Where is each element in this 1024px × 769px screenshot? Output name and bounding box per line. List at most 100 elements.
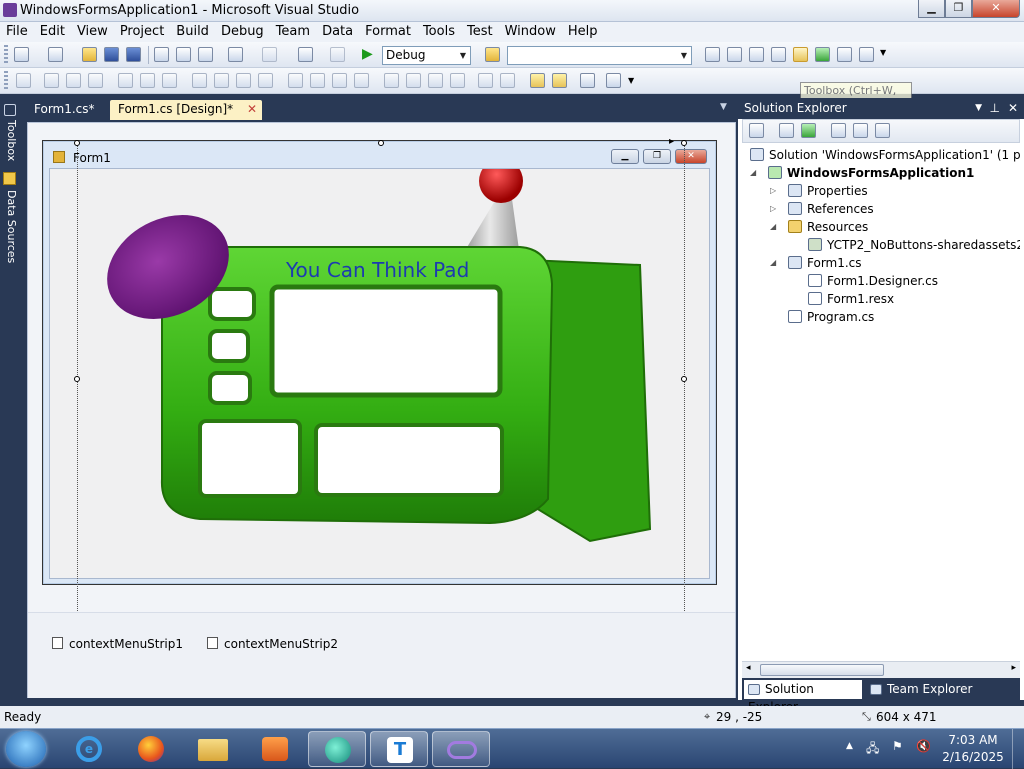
align-middles-icon[interactable] xyxy=(140,73,155,88)
tab-form1-design[interactable]: Form1.cs [Design]* ✕ xyxy=(110,100,262,120)
vertical-spacing-increase-icon[interactable] xyxy=(406,73,421,88)
menu-view[interactable]: View xyxy=(71,22,114,42)
size-to-grid-icon[interactable] xyxy=(214,73,229,88)
undo-icon[interactable] xyxy=(228,47,243,62)
tree-node-form1-resx[interactable]: Form1.resx xyxy=(808,290,894,308)
make-same-size-icon[interactable] xyxy=(258,73,273,88)
close-button[interactable]: ✕ xyxy=(972,0,1020,18)
tree-node-form1[interactable]: Form1.cs xyxy=(788,254,862,272)
align-bottoms-icon[interactable] xyxy=(162,73,177,88)
tree-node-form1-designer[interactable]: Form1.Designer.cs xyxy=(808,272,938,290)
make-same-height-icon[interactable] xyxy=(236,73,251,88)
center-vertically-icon[interactable] xyxy=(500,73,515,88)
make-same-width-icon[interactable] xyxy=(192,73,207,88)
tree-node-resource-asset[interactable]: YCTP2_NoButtons-sharedassets2.asset xyxy=(808,236,1020,254)
resize-handle[interactable] xyxy=(378,140,384,146)
view-code-icon[interactable] xyxy=(831,123,846,138)
collapse-arrow-icon[interactable]: ◢ xyxy=(770,218,776,236)
toolbar-grip[interactable] xyxy=(4,45,8,65)
show-desktop-button[interactable] xyxy=(1012,729,1024,769)
horizontal-spacing-increase-icon[interactable] xyxy=(310,73,325,88)
start-debugging-icon[interactable]: ▶ xyxy=(362,46,373,62)
navigate-backward-icon[interactable] xyxy=(298,47,313,62)
close-tab-icon[interactable]: ✕ xyxy=(247,100,257,119)
tab-form1-code[interactable]: Form1.cs* xyxy=(26,100,106,120)
app-task-button-2[interactable]: T xyxy=(370,731,428,767)
find-in-files-icon[interactable] xyxy=(485,47,500,62)
volume-muted-icon[interactable]: 🔇 xyxy=(916,739,931,753)
new-project-icon[interactable] xyxy=(14,47,29,62)
align-lefts-icon[interactable] xyxy=(44,73,59,88)
tray-item-contextmenustrip1[interactable]: contextMenuStrip1 xyxy=(52,637,183,651)
collapse-arrow-icon[interactable]: ◢ xyxy=(770,254,776,272)
solution-configuration-select[interactable]: Debug ▼ xyxy=(382,46,471,65)
visual-studio-task-button[interactable] xyxy=(432,731,490,767)
menu-help[interactable]: Help xyxy=(562,22,604,42)
tree-node-project[interactable]: WindowsFormsApplication1 xyxy=(768,164,974,182)
tree-node-properties[interactable]: Properties xyxy=(788,182,868,200)
vertical-spacing-decrease-icon[interactable] xyxy=(428,73,443,88)
tab-solution-explorer[interactable]: Solution Explorer xyxy=(744,680,862,714)
tree-node-program[interactable]: Program.cs xyxy=(788,308,874,326)
scroll-right-icon[interactable]: ▸ xyxy=(1011,663,1016,673)
show-all-files-icon[interactable] xyxy=(779,123,794,138)
view-designer-icon[interactable] xyxy=(853,123,868,138)
form1-window[interactable]: Form1 ▁ ❐ ✕ You Can Think Pad xyxy=(42,140,717,585)
vertical-spacing-remove-icon[interactable] xyxy=(450,73,465,88)
panel-menu-icon[interactable]: ▼ xyxy=(975,98,982,119)
horizontal-spacing-remove-icon[interactable] xyxy=(354,73,369,88)
action-center-icon[interactable]: ⚑ xyxy=(892,739,903,753)
form-close-button[interactable]: ✕ xyxy=(675,149,707,164)
menu-project[interactable]: Project xyxy=(114,22,170,42)
network-icon[interactable]: 🖧 xyxy=(866,739,879,760)
maximize-button[interactable]: ❐ xyxy=(945,0,972,18)
horizontal-scrollbar[interactable]: ◂ ▸ xyxy=(742,661,1020,678)
copy-icon[interactable] xyxy=(176,47,191,62)
clock-time[interactable]: 7:03 AM xyxy=(942,733,1004,747)
horizontal-spacing-equal-icon[interactable] xyxy=(288,73,303,88)
menu-window[interactable]: Window xyxy=(499,22,562,42)
form-client-area[interactable]: You Can Think Pad xyxy=(49,168,710,579)
align-rights-icon[interactable] xyxy=(88,73,103,88)
solution-explorer-icon[interactable] xyxy=(705,47,720,62)
bring-to-front-icon[interactable] xyxy=(530,73,545,88)
refresh-icon[interactable] xyxy=(801,123,816,138)
center-horizontally-icon[interactable] xyxy=(478,73,493,88)
tab-team-explorer[interactable]: Team Explorer xyxy=(866,680,986,699)
properties-icon[interactable] xyxy=(749,123,764,138)
active-files-dropdown-icon[interactable]: ▼ xyxy=(720,102,727,112)
menu-format[interactable]: Format xyxy=(359,22,417,42)
tree-node-references[interactable]: References xyxy=(788,200,874,218)
show-hidden-icons-icon[interactable]: ▲ xyxy=(846,741,853,751)
lock-controls-icon[interactable] xyxy=(580,73,595,88)
form-minimize-button[interactable]: ▁ xyxy=(611,149,639,164)
panel-close-icon[interactable]: ✕ xyxy=(1008,98,1018,119)
menu-build[interactable]: Build xyxy=(170,22,215,42)
app-task-button-1[interactable] xyxy=(308,731,366,767)
send-to-back-icon[interactable] xyxy=(552,73,567,88)
minimize-button[interactable]: ▁ xyxy=(918,0,945,18)
resize-handle[interactable] xyxy=(681,376,687,382)
toolbar-options-icon[interactable]: ▼ xyxy=(628,76,634,85)
navigate-forward-icon[interactable] xyxy=(330,47,345,62)
align-centers-icon[interactable] xyxy=(66,73,81,88)
tab-order-icon[interactable] xyxy=(606,73,621,88)
think-pad-picture[interactable]: You Can Think Pad xyxy=(50,169,709,578)
media-player-icon[interactable] xyxy=(246,731,304,767)
clock-date[interactable]: 2/16/2025 xyxy=(942,750,1004,764)
object-browser-icon[interactable] xyxy=(749,47,764,62)
tree-node-resources[interactable]: Resources xyxy=(788,218,868,236)
menu-file[interactable]: File xyxy=(0,22,34,42)
save-all-icon[interactable] xyxy=(126,47,141,62)
redo-icon[interactable] xyxy=(262,47,277,62)
resize-handle[interactable] xyxy=(74,140,80,146)
vertical-spacing-equal-icon[interactable] xyxy=(384,73,399,88)
toolbar-options-icon[interactable]: ▼ xyxy=(880,48,886,57)
resize-handle[interactable] xyxy=(681,140,687,146)
menu-tools[interactable]: Tools xyxy=(417,22,461,42)
start-page-icon[interactable] xyxy=(771,47,786,62)
properties-window-icon[interactable] xyxy=(727,47,742,62)
horizontal-spacing-decrease-icon[interactable] xyxy=(332,73,347,88)
align-to-grid-icon[interactable] xyxy=(16,73,31,88)
menu-data[interactable]: Data xyxy=(316,22,359,42)
